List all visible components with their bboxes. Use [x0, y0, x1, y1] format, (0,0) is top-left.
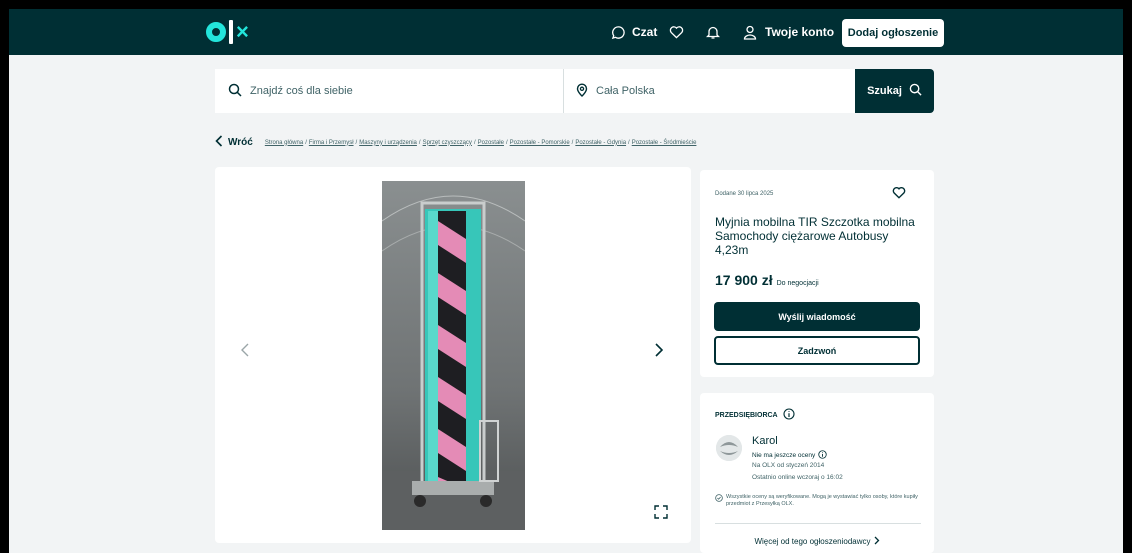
- breadcrumb: Wróć Strona główna / Firma i Przemysł / Ma…: [215, 135, 696, 150]
- verified-reviews-note: Wszystkie oceny są weryfikowane. Mogą je…: [715, 494, 925, 508]
- search-icon: [909, 83, 922, 99]
- breadcrumb-separator: /: [355, 139, 358, 146]
- breadcrumb-item[interactable]: Strona główna: [265, 140, 303, 146]
- breadcrumb-item[interactable]: Pozostałe: [478, 140, 504, 146]
- avatar: [716, 435, 742, 461]
- notifications-link[interactable]: [706, 9, 720, 55]
- rating-text: Nie ma jeszcze oceny: [752, 452, 816, 459]
- breadcrumb-separator: /: [418, 139, 421, 146]
- divider: [715, 523, 921, 524]
- window-frame-top: [0, 0, 1132, 9]
- olx-logo[interactable]: ×: [206, 20, 249, 44]
- price-value: 17 900 zł: [715, 272, 773, 288]
- breadcrumb-separator: /: [628, 139, 630, 146]
- account-link[interactable]: Twoje konto: [743, 9, 834, 55]
- send-message-button[interactable]: Wyślij wiadomość: [714, 302, 920, 331]
- seller-type: PRZEDSIĘBIORCA: [715, 408, 795, 422]
- seller-last-online: Ostatnio online wczoraj o 16:02: [752, 474, 843, 481]
- bell-icon: [706, 25, 720, 40]
- ad-title: Myjnia mobilna TIR Szczotka mobilna Samo…: [715, 215, 915, 257]
- chat-icon: [611, 25, 626, 40]
- location-input[interactable]: Cała Polska: [564, 69, 855, 113]
- breadcrumb-separator: /: [305, 139, 307, 146]
- verified-note-text: Wszystkie oceny są weryfikowane. Mogą je…: [726, 494, 918, 507]
- ad-price: 17 900 zł Do negocjacji: [715, 272, 819, 288]
- logo-l: [229, 20, 233, 44]
- user-icon: [743, 25, 757, 40]
- seller-rating: Nie ma jeszcze oceny: [752, 450, 827, 461]
- favorites-link[interactable]: [669, 9, 684, 55]
- seller-name[interactable]: Karol: [752, 435, 778, 447]
- listing-photo[interactable]: [382, 181, 525, 530]
- chat-label: Czat: [632, 25, 658, 39]
- search-icon: [228, 83, 242, 100]
- search-button-label: Szukaj: [867, 85, 902, 97]
- seller-type-label: PRZEDSIĘBIORCA: [715, 411, 778, 419]
- more-from-seller-link[interactable]: Więcej od tego ogłoszeniodawcy: [700, 536, 934, 547]
- chevron-right-icon: [874, 536, 880, 547]
- ad-details-card: Dodane 30 lipca 2025 Myjnia mobilna TIR …: [700, 170, 934, 377]
- location-value: Cała Polska: [596, 85, 655, 97]
- add-listing-button[interactable]: Dodaj ogłoszenie: [842, 19, 944, 47]
- window-frame-left: [0, 0, 9, 553]
- search-input[interactable]: Znajdź coś dla siebie: [215, 69, 564, 113]
- favorite-button[interactable]: [892, 186, 906, 204]
- breadcrumb-item[interactable]: Firma i Przemysł: [309, 140, 354, 146]
- info-icon[interactable]: [783, 408, 795, 422]
- breadcrumb-separator: /: [505, 139, 508, 146]
- top-header: × Czat Twoje konto Dodaj ogłoszenie: [9, 9, 1123, 55]
- breadcrumb-separator: /: [473, 139, 476, 146]
- info-icon[interactable]: [818, 450, 827, 461]
- logo-x: ×: [236, 19, 249, 44]
- heart-icon: [669, 25, 684, 39]
- location-pin-icon: [576, 83, 588, 100]
- search-bar: Znajdź coś dla siebie Cała Polska Szukaj: [215, 69, 934, 113]
- chevron-right-icon: [655, 342, 664, 362]
- back-label: Wróć: [228, 137, 253, 148]
- search-placeholder: Znajdź coś dla siebie: [250, 85, 353, 97]
- account-label: Twoje konto: [765, 25, 835, 39]
- search-button[interactable]: Szukaj: [855, 69, 934, 113]
- breadcrumb-item[interactable]: Maszyny i urządzenia: [359, 140, 417, 146]
- seller-member-since: Na OLX od styczeń 2014: [752, 462, 825, 469]
- previous-photo-button[interactable]: [235, 342, 255, 362]
- breadcrumb-item[interactable]: Pozostałe - Pomorskie: [510, 140, 570, 146]
- chevron-left-icon: [241, 343, 249, 362]
- car-wash-brush-image: [382, 181, 525, 530]
- call-button[interactable]: Zadzwoń: [714, 336, 920, 365]
- chevron-left-icon: [215, 135, 223, 150]
- window-frame-right: [1123, 0, 1132, 553]
- check-circle-icon: [715, 494, 723, 508]
- breadcrumb-separator: /: [571, 139, 574, 146]
- chat-link[interactable]: Czat: [611, 9, 657, 55]
- breadcrumb-item[interactable]: Sprzęt czyszczący: [423, 140, 472, 146]
- ad-date: Dodane 30 lipca 2025: [715, 191, 774, 197]
- back-link[interactable]: Wróć: [215, 135, 253, 150]
- logo-o: [206, 22, 226, 42]
- heart-icon: [892, 186, 906, 203]
- breadcrumb-item[interactable]: Pozostałe - Śródmieście: [632, 140, 697, 146]
- seller-card: PRZEDSIĘBIORCA Karol Nie ma jeszcze ocen…: [700, 393, 934, 553]
- breadcrumb-item[interactable]: Pozostałe - Gdynia: [575, 140, 626, 146]
- next-photo-button[interactable]: [649, 342, 669, 362]
- fullscreen-button[interactable]: [654, 505, 668, 524]
- negotiation-label: Do negocjacji: [776, 280, 819, 287]
- expand-icon: [654, 505, 668, 523]
- photo-gallery: [215, 167, 691, 543]
- more-link-label: Więcej od tego ogłoszeniodawcy: [754, 537, 871, 546]
